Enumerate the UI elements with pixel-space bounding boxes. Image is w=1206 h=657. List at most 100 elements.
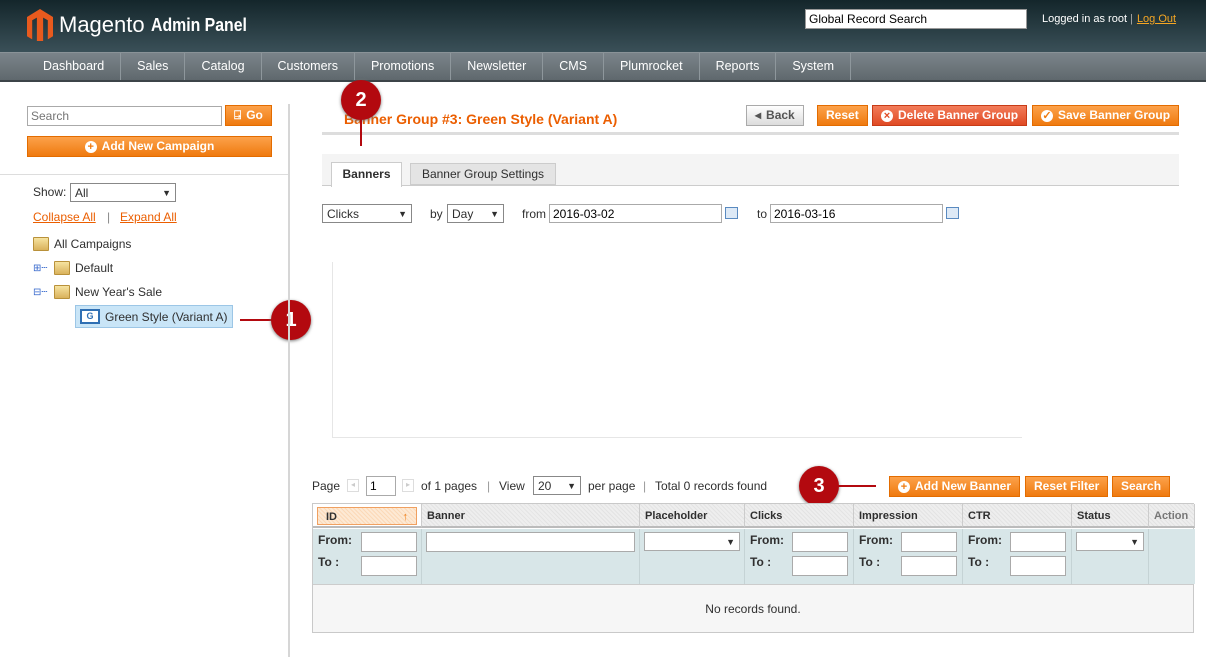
- tree-label: Default: [75, 261, 114, 275]
- tree-item-default[interactable]: ⊞┄ Default: [33, 261, 113, 275]
- impression-filter: From: To :: [854, 529, 963, 584]
- column-clicks[interactable]: Clicks: [745, 504, 854, 528]
- ctr-to-input[interactable]: [1010, 556, 1066, 576]
- per-page-select[interactable]: 20 ▼: [533, 476, 581, 495]
- callout-arrow: [838, 485, 876, 487]
- search-button[interactable]: Search: [1112, 476, 1171, 497]
- show-label: Show:: [33, 185, 67, 199]
- magento-logo[interactable]: Magento Admin Panel: [27, 9, 260, 41]
- tree-label: All Campaigns: [54, 237, 132, 251]
- banners-grid: ID ↑ Banner Placeholder Clicks Impression…: [312, 503, 1195, 633]
- calendar-icon[interactable]: [946, 207, 959, 219]
- column-id[interactable]: ID ↑: [313, 504, 422, 528]
- chevron-down-icon: ▼: [567, 480, 576, 491]
- calendar-icon[interactable]: [725, 207, 738, 219]
- id-from-input[interactable]: [361, 532, 417, 552]
- total-records: Total 0 records found: [655, 479, 768, 493]
- show-select[interactable]: All ▼: [70, 183, 176, 202]
- collapse-icon[interactable]: ⊟┄: [33, 287, 49, 298]
- page-title: Banner Group #3: Green Style (Variant A): [344, 111, 618, 127]
- impression-to-input[interactable]: [901, 556, 957, 576]
- tree-label: Green Style (Variant A): [105, 309, 228, 324]
- banner-filter: [422, 529, 640, 584]
- back-button[interactable]: ◂ Back: [746, 105, 804, 126]
- chevron-down-icon: ▼: [398, 208, 407, 219]
- nav-catalog[interactable]: Catalog: [185, 53, 262, 80]
- chevron-down-icon: ▼: [162, 187, 171, 198]
- metric-value: Clicks: [327, 206, 359, 221]
- expand-icon[interactable]: ⊞┄: [33, 263, 49, 274]
- global-search-input[interactable]: [805, 9, 1027, 29]
- tree-item-all-campaigns[interactable]: All Campaigns: [33, 237, 131, 251]
- delete-label: Delete Banner Group: [898, 108, 1019, 122]
- nav-plumrocket[interactable]: Plumrocket: [604, 53, 700, 80]
- placeholder-filter: ▼: [640, 529, 745, 584]
- add-campaign-button[interactable]: + Add New Campaign: [27, 136, 272, 157]
- column-status[interactable]: Status: [1072, 504, 1149, 528]
- per-page-value: 20: [538, 478, 552, 493]
- save-banner-group-button[interactable]: ✓ Save Banner Group: [1032, 105, 1180, 126]
- plus-icon: +: [898, 480, 910, 493]
- prev-page-icon[interactable]: ◂: [347, 479, 359, 492]
- banner-filter-input[interactable]: [426, 532, 635, 552]
- nav-newsletter[interactable]: Newsletter: [451, 53, 544, 80]
- reset-button[interactable]: Reset: [817, 105, 868, 126]
- ctr-filter: From: To :: [963, 529, 1072, 584]
- tab-banner-group-settings[interactable]: Banner Group Settings: [410, 163, 556, 185]
- sort-asc-icon: ↑: [402, 511, 409, 523]
- clicks-from-input[interactable]: [792, 532, 848, 552]
- from-date-input[interactable]: [549, 204, 722, 223]
- nav-reports[interactable]: Reports: [700, 53, 777, 80]
- page-input[interactable]: [366, 476, 396, 496]
- campaign-search-input[interactable]: [27, 106, 222, 126]
- reset-filter-button[interactable]: Reset Filter: [1025, 476, 1109, 497]
- clicks-to-input[interactable]: [792, 556, 848, 576]
- nav-sales[interactable]: Sales: [121, 53, 186, 80]
- page-count: of 1 pages: [421, 479, 478, 493]
- from-label: from: [522, 207, 546, 221]
- nav-promotions[interactable]: Promotions: [355, 53, 452, 80]
- per-page-label: per page: [588, 479, 636, 493]
- column-ctr[interactable]: CTR: [963, 504, 1072, 528]
- nav-customers[interactable]: Customers: [262, 53, 355, 80]
- page-label: Page: [312, 479, 341, 493]
- column-banner[interactable]: Banner: [422, 504, 640, 528]
- column-label: ID: [326, 511, 337, 523]
- placeholder-select[interactable]: ▼: [644, 532, 740, 551]
- column-placeholder[interactable]: Placeholder: [640, 504, 745, 528]
- collapse-all-link[interactable]: Collapse All: [33, 210, 96, 224]
- column-impression[interactable]: Impression: [854, 504, 963, 528]
- tree-item-green-style[interactable]: G Green Style (Variant A): [75, 305, 233, 328]
- check-icon: ✓: [1041, 109, 1053, 122]
- separator: |: [643, 479, 647, 493]
- metric-select[interactable]: Clicks ▼: [322, 204, 412, 223]
- logout-link[interactable]: Log Out: [1137, 13, 1176, 25]
- delete-icon: ×: [881, 109, 893, 122]
- go-button[interactable]: ⍈ Go: [225, 105, 272, 126]
- add-new-banner-button[interactable]: + Add New Banner: [889, 476, 1021, 497]
- to-date-input[interactable]: [770, 204, 943, 223]
- tree-item-new-years-sale[interactable]: ⊟┄ New Year's Sale: [33, 285, 162, 299]
- nav-cms[interactable]: CMS: [543, 53, 605, 80]
- callout-2: 2: [341, 80, 381, 120]
- show-value: All: [75, 185, 89, 200]
- id-to-input[interactable]: [361, 556, 417, 576]
- callout-arrow: [240, 319, 272, 321]
- chart-y-axis: [332, 262, 333, 438]
- logged-in-text: Logged in as root: [1042, 13, 1128, 25]
- impression-from-input[interactable]: [901, 532, 957, 552]
- save-label: Save Banner Group: [1058, 108, 1171, 122]
- period-select[interactable]: Day ▼: [447, 204, 504, 223]
- action-filter: [1149, 529, 1195, 584]
- go-label: Go: [246, 108, 263, 122]
- next-page-icon[interactable]: ▸: [402, 479, 414, 492]
- nav-system[interactable]: System: [776, 53, 852, 80]
- nav-dashboard[interactable]: Dashboard: [27, 53, 122, 80]
- folder-icon: [33, 237, 49, 251]
- status-select[interactable]: ▼: [1076, 532, 1144, 551]
- delete-banner-group-button[interactable]: × Delete Banner Group: [872, 105, 1028, 126]
- banner-group-icon: G: [80, 309, 100, 324]
- tab-banners[interactable]: Banners: [331, 162, 402, 187]
- expand-all-link[interactable]: Expand All: [120, 210, 177, 224]
- ctr-from-input[interactable]: [1010, 532, 1066, 552]
